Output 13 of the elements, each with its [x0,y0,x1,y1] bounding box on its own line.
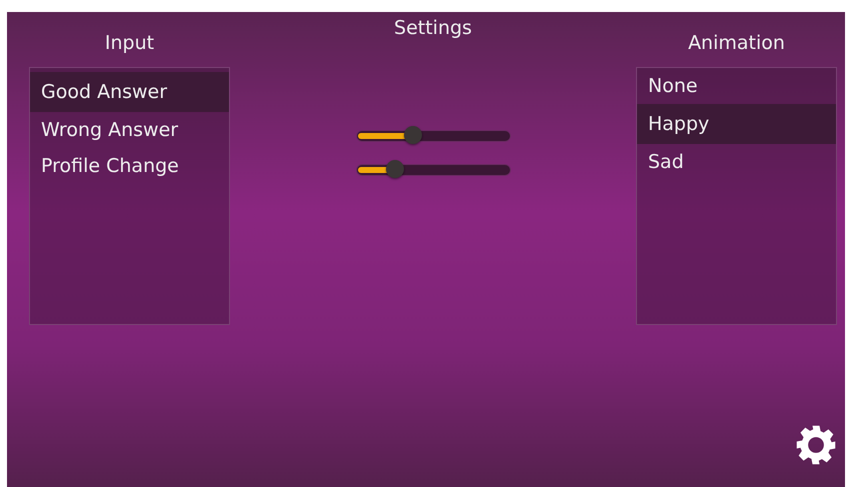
column-heading: Animation [688,31,785,55]
slider-thumb[interactable] [386,160,404,178]
list-item[interactable]: Profile Change [30,148,229,184]
column-heading: Input [104,31,154,55]
list-item[interactable]: None [637,68,836,104]
settings-icon [795,424,837,466]
list-item[interactable]: Good Answer [30,72,229,112]
slider-thumb[interactable] [404,126,422,144]
list-item[interactable]: Sad [637,144,836,180]
list-item[interactable]: Wrong Answer [30,112,229,148]
list-item[interactable]: Happy [637,104,836,144]
settings-button[interactable] [795,424,837,466]
page-title: Settings [394,16,472,40]
